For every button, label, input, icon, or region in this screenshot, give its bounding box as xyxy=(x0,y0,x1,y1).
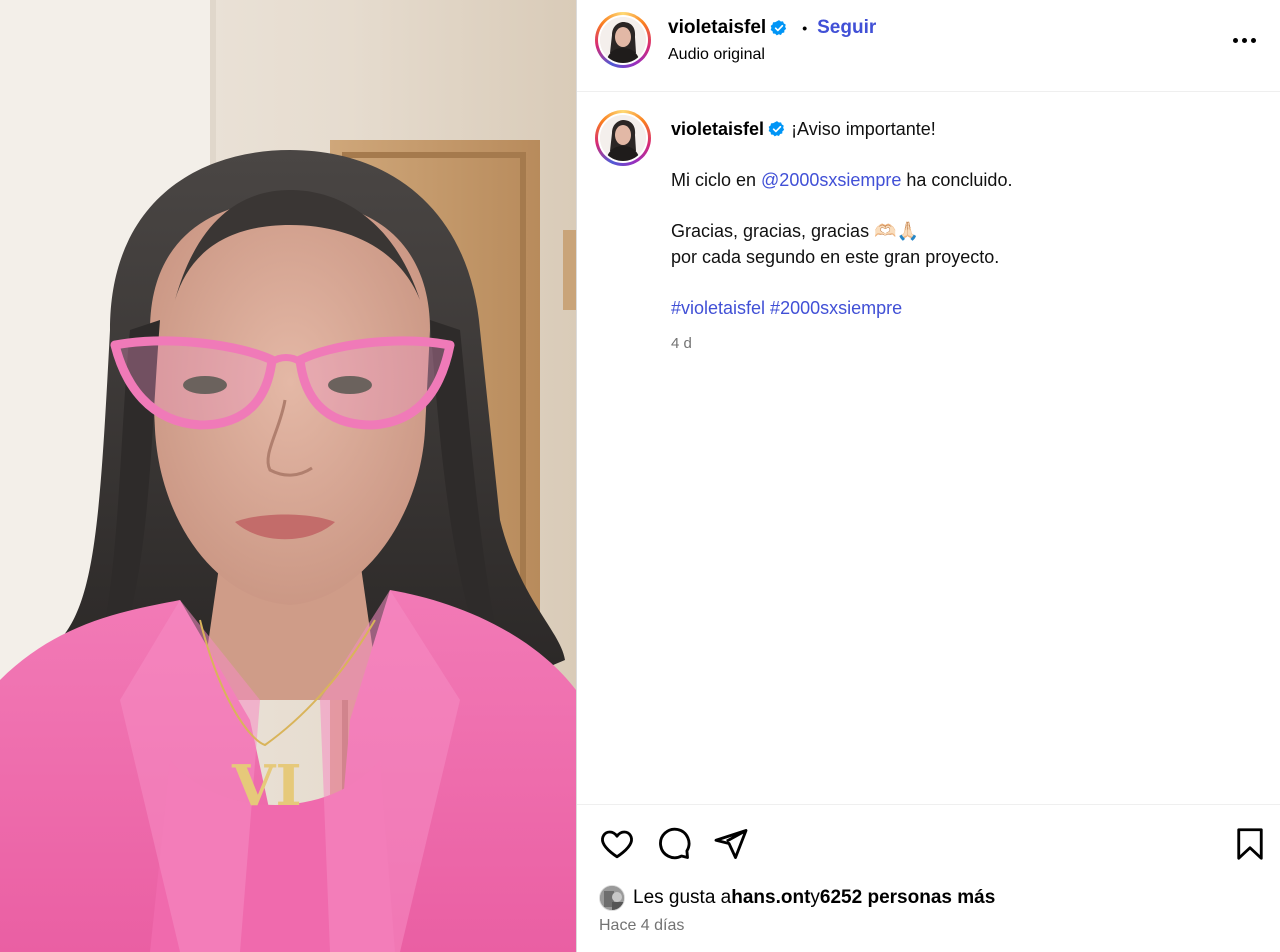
post-actions: Les gusta a hans.ont y 6252 personas más… xyxy=(577,804,1280,952)
author-avatar[interactable] xyxy=(595,12,651,68)
audio-label[interactable]: Audio original xyxy=(668,46,765,64)
selfie-photo: VI xyxy=(0,0,576,952)
post-media[interactable]: VI xyxy=(0,0,576,952)
follow-button[interactable]: Seguir xyxy=(817,17,876,39)
send-icon[interactable] xyxy=(713,826,749,862)
likes-count[interactable]: 6252 personas más xyxy=(820,887,995,909)
comment-icon[interactable] xyxy=(656,826,692,862)
verified-badge-icon xyxy=(768,121,785,137)
liker-username[interactable]: hans.ont xyxy=(731,887,810,909)
post-header: violetaisfel • Seguir Audio original xyxy=(577,0,1280,92)
caption-avatar[interactable] xyxy=(595,110,651,166)
liker-avatar[interactable] xyxy=(599,885,625,911)
hashtag-links[interactable]: #violetaisfel #2000sxsiempre xyxy=(671,295,1261,321)
mention-link[interactable]: @2000sxsiempre xyxy=(761,170,901,190)
author-username[interactable]: violetaisfel xyxy=(668,17,766,39)
more-options-icon[interactable] xyxy=(1230,30,1258,50)
header-separator: • xyxy=(802,20,808,36)
post-timestamp[interactable]: Hace 4 días xyxy=(599,917,684,935)
post-caption: violetaisfel ¡Aviso importante! Mi ciclo… xyxy=(577,92,1280,804)
caption-line-3: Gracias, gracias, gracias 🫶🏻🙏🏻 xyxy=(671,221,919,241)
post-side-panel: violetaisfel • Seguir Audio original vio… xyxy=(577,0,1280,952)
caption-username[interactable]: violetaisfel xyxy=(671,119,764,139)
caption-line-4: por cada segundo en este gran proyecto. xyxy=(671,247,1000,267)
svg-text:VI: VI xyxy=(231,753,302,819)
caption-age[interactable]: 4 d xyxy=(671,331,1261,357)
verified-badge-icon xyxy=(770,20,787,36)
caption-line-2: Mi ciclo en @2000sxsiempre ha concluido. xyxy=(671,170,1013,190)
heart-icon[interactable] xyxy=(599,826,635,862)
bookmark-icon[interactable] xyxy=(1232,826,1268,862)
likes-summary[interactable]: Les gusta a hans.ont y 6252 personas más xyxy=(599,885,995,911)
caption-line-1: ¡Aviso importante! xyxy=(791,119,936,139)
